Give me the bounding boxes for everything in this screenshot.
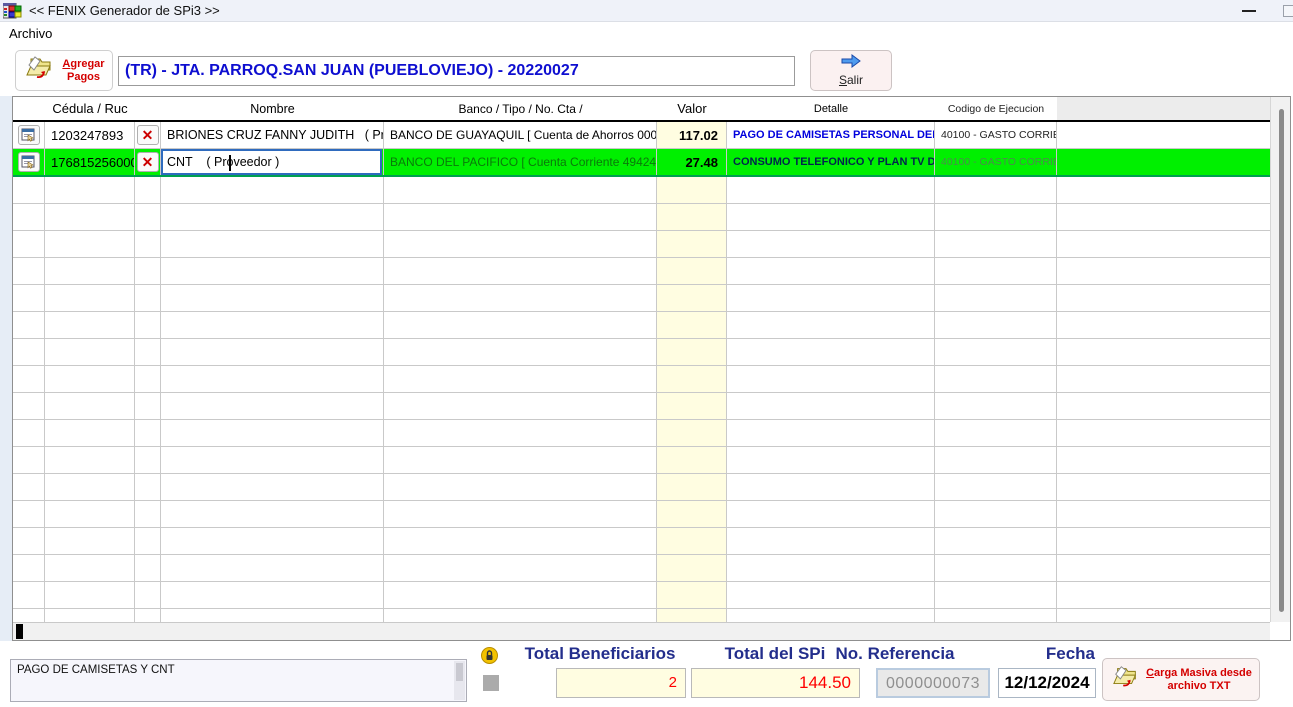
exit-arrow-icon [840, 54, 862, 73]
cell-nombre-editing[interactable]: CNT ( Proveedor ) [161, 149, 384, 175]
table-row-empty [13, 258, 1270, 285]
cell-detalle[interactable]: CONSUMO TELEFONICO Y PLAN TV DE NOVIEMBR… [727, 149, 935, 175]
vertical-scroll-thumb[interactable] [1279, 109, 1284, 612]
table-row-empty [13, 312, 1270, 339]
app-icon [3, 3, 22, 19]
header-cedula[interactable]: Cédula / Ruc [45, 97, 135, 120]
table-row-empty [13, 420, 1270, 447]
cell-codigo[interactable]: 40100 - GASTO CORRIENTE [935, 122, 1057, 148]
cell-cedula[interactable]: 1203247893 [45, 122, 135, 148]
folder-arrow-icon [23, 53, 57, 88]
gray-toggle-button[interactable] [483, 675, 499, 691]
notes-textarea[interactable]: PAGO DE CAMISETAS Y CNT [10, 659, 467, 702]
lock-icon [481, 647, 498, 664]
grid-empty-rows [13, 177, 1270, 622]
cell-nombre[interactable]: BRIONES CRUZ FANNY JUDITH ( Proveedor ) [161, 122, 384, 148]
text-caret [229, 155, 231, 171]
fenix-spi3-window: { "window": { "title": "<< FENIX Generad… [0, 0, 1293, 707]
table-row-empty [13, 555, 1270, 582]
delete-row-button[interactable]: ✕ [137, 125, 159, 145]
no-referencia-field: 0000000073 [876, 668, 990, 698]
header-detalle[interactable]: Detalle [727, 97, 935, 120]
carga-masiva-label: Carga Masiva desde archivo TXT [1146, 667, 1252, 693]
table-row-empty [13, 204, 1270, 231]
cell-codigo[interactable]: 40100 - GASTO CORRIENTE [935, 149, 1057, 175]
table-row-empty [13, 177, 1270, 204]
properties-icon [21, 128, 36, 142]
left-margin-strip [0, 96, 12, 641]
table-row-empty [13, 447, 1270, 474]
header-banco[interactable]: Banco / Tipo / No. Cta / [384, 97, 657, 120]
cell-detalle[interactable]: PAGO DE CAMISETAS PERSONAL DEL GAD [727, 122, 935, 148]
table-row-empty [13, 231, 1270, 258]
table-row-empty [13, 582, 1270, 609]
grid-header-row: Cédula / Ruc Nombre Banco / Tipo / No. C… [13, 97, 1270, 122]
cell-valor[interactable]: 117.02 [657, 122, 727, 148]
cell-banco[interactable]: BANCO DEL PACIFICO [ Cuenta Corriente 49… [384, 149, 657, 175]
total-spi-field: 144.50 [691, 668, 860, 698]
table-row-empty [13, 501, 1270, 528]
cell-valor[interactable]: 27.48 [657, 149, 727, 175]
table-row-empty [13, 366, 1270, 393]
folder-arrow-icon [1110, 663, 1142, 696]
horizontal-scroll-thumb[interactable] [16, 624, 23, 639]
agregar-pagos-label: Agregar Pagos [62, 58, 104, 84]
window-title: << FENIX Generador de SPi3 >> [29, 3, 220, 18]
salir-label: Salir [839, 73, 863, 87]
maximize-button[interactable] [1283, 5, 1293, 17]
total-beneficiarios-field: 2 [556, 668, 686, 698]
header-codigo[interactable]: Codigo de Ejecucion [935, 97, 1057, 120]
header-nombre[interactable]: Nombre [161, 97, 384, 120]
table-row-empty [13, 393, 1270, 420]
notes-text: PAGO DE CAMISETAS Y CNT [17, 664, 175, 676]
total-beneficiarios-label: Total Beneficiarios [510, 644, 690, 664]
notes-scrollbar[interactable] [454, 661, 465, 700]
grid-vertical-scrollbar[interactable] [1270, 97, 1290, 622]
payments-grid: Cédula / Ruc Nombre Banco / Tipo / No. C… [12, 96, 1291, 641]
menu-archivo[interactable]: Archivo [0, 24, 61, 43]
properties-icon [21, 155, 36, 169]
cell-cedula[interactable]: 1768152560001 [45, 149, 135, 175]
header-valor[interactable]: Valor [657, 97, 727, 120]
fecha-label: Fecha [1005, 644, 1095, 664]
fecha-field[interactable]: 12/12/2024 [998, 668, 1096, 698]
table-row-empty [13, 339, 1270, 366]
table-row-selected[interactable]: 1768152560001 ✕ CNT ( Proveedor ) BANCO … [13, 149, 1270, 177]
carga-masiva-button[interactable]: Carga Masiva desde archivo TXT [1102, 658, 1260, 701]
grid-horizontal-scrollbar[interactable] [13, 622, 1270, 640]
title-bar: << FENIX Generador de SPi3 >> [0, 0, 1293, 22]
delete-x-icon: ✕ [142, 128, 154, 142]
menu-bar: Archivo [0, 23, 1293, 44]
table-row-empty [13, 285, 1270, 312]
delete-row-button[interactable]: ✕ [137, 152, 159, 172]
entity-title-input[interactable] [118, 56, 795, 86]
table-row[interactable]: 1203247893 ✕ BRIONES CRUZ FANNY JUDITH (… [13, 122, 1270, 149]
nombre-edit-input[interactable]: CNT ( Proveedor ) [161, 149, 382, 175]
minimize-button[interactable] [1233, 0, 1265, 22]
salir-button[interactable]: Salir [810, 50, 892, 91]
agregar-pagos-button[interactable]: Agregar Pagos [15, 50, 113, 91]
table-row-empty [13, 528, 1270, 555]
table-row-empty [13, 474, 1270, 501]
no-referencia-label: No. Referencia [830, 644, 960, 664]
edit-row-button[interactable] [18, 152, 40, 172]
delete-x-icon: ✕ [142, 155, 154, 169]
cell-banco[interactable]: BANCO DE GUAYAQUIL [ Cuenta de Ahorros 0… [384, 122, 657, 148]
edit-row-button[interactable] [18, 125, 40, 145]
table-row-empty [13, 609, 1270, 622]
